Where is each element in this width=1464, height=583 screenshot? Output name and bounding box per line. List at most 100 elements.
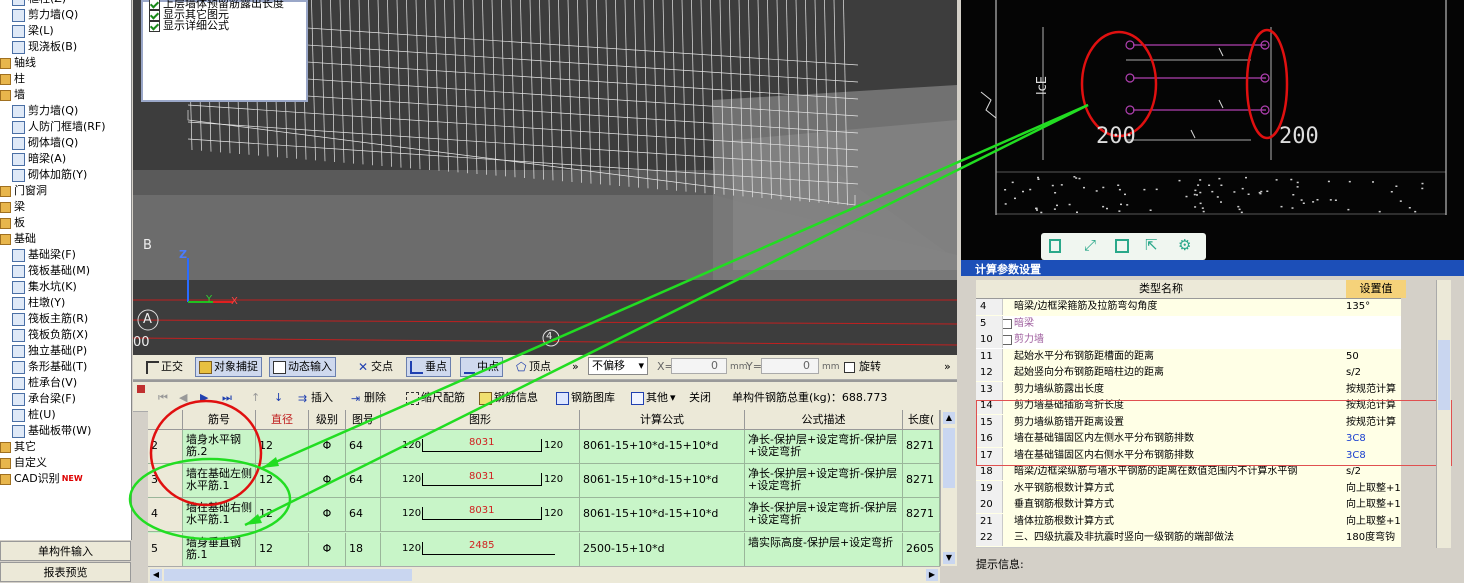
cell-grade[interactable]: Φ	[309, 430, 346, 464]
cell-shape[interactable]: 120 8031 120	[381, 464, 580, 498]
first-record-icon[interactable]: ⏮	[155, 388, 171, 408]
tree-item[interactable]: 基础板带(W)	[0, 423, 91, 439]
share-icon[interactable]: ⇱	[1145, 236, 1158, 254]
params-scroll-thumb[interactable]	[1438, 340, 1450, 410]
param-row[interactable]: 4 暗梁/边框梁箍筋及拉筋弯勾角度 135°	[976, 299, 1401, 317]
delete-button[interactable]: ⇥ 删除	[348, 388, 389, 408]
cell-fig[interactable]: 18	[346, 533, 381, 566]
tree-item[interactable]: 桩承台(V)	[0, 375, 77, 391]
y-input[interactable]: 0	[761, 358, 819, 374]
x-input[interactable]: 0	[671, 358, 727, 374]
ortho-button[interactable]: 正交	[143, 357, 186, 377]
tree-item[interactable]: 其它	[0, 439, 36, 455]
cell-no[interactable]: 5	[148, 533, 183, 566]
cell-grade[interactable]: Φ	[309, 533, 346, 566]
cell-len[interactable]: 2605	[903, 533, 940, 566]
cell-dia[interactable]: 12	[256, 430, 309, 464]
cell-len[interactable]: 8271	[903, 498, 940, 532]
cell-desc[interactable]: 净长-保护层+设定弯折-保护层+设定弯折	[745, 498, 903, 532]
report-preview-button[interactable]: 报表预览	[0, 562, 131, 582]
column-header[interactable]: 图形	[381, 410, 580, 430]
perpendicular-button[interactable]: 垂点	[406, 357, 451, 377]
scale-config-button[interactable]: 缩尺配筋	[403, 388, 468, 408]
tree-item[interactable]: 集水坑(K)	[0, 279, 77, 295]
midpoint-button[interactable]: 中点	[460, 357, 503, 377]
insert-button[interactable]: ⇉ 插入	[295, 388, 336, 408]
column-header[interactable]: 图号	[346, 410, 381, 430]
column-header[interactable]: 直径(mm)	[256, 410, 309, 430]
tree-item[interactable]: 条形基础(T)	[0, 359, 87, 375]
cell-fig[interactable]: 64	[346, 464, 381, 498]
panel-close-icon[interactable]	[137, 385, 145, 393]
param-group-row[interactable]: 10 剪力墙	[976, 332, 1401, 350]
cell-name[interactable]: 墙身水平钢筋.2	[183, 430, 256, 464]
param-row[interactable]: 21 墙体拉筋根数计算方式 向上取整+1	[976, 513, 1401, 531]
offset-select[interactable]: 不偏移 ▾	[588, 357, 648, 375]
cell-formula[interactable]: 8061-15+10*d-15+10*d	[580, 498, 745, 532]
tree-item[interactable]: 桩(U)	[0, 407, 56, 423]
tree-item[interactable]: 砌体加筋(Y)	[0, 167, 87, 183]
tree-item[interactable]: 自定义	[0, 455, 47, 471]
next-record-icon[interactable]: ▶	[197, 388, 211, 408]
cell-name[interactable]: 墙在基础右侧水平筋.1	[183, 498, 256, 532]
cell-grade[interactable]: Φ	[309, 464, 346, 498]
cell-no[interactable]: 4	[148, 498, 183, 532]
param-value[interactable]: 135°	[1346, 299, 1441, 315]
grid-horizontal-scrollbar[interactable]: ◀ ▶	[148, 566, 940, 583]
cell-shape[interactable]: 120 8031 120	[381, 430, 580, 464]
tree-item[interactable]: 基础	[0, 231, 36, 247]
param-value[interactable]: 向上取整+1	[1346, 481, 1441, 497]
tree-item[interactable]: 板	[0, 215, 25, 231]
cell-no[interactable]: 3	[148, 464, 183, 498]
tree-item[interactable]: CAD识别 NEW	[0, 471, 83, 487]
param-value[interactable]: 180度弯钩	[1346, 530, 1441, 546]
cell-len[interactable]: 8271	[903, 464, 940, 498]
page-icon[interactable]	[1049, 239, 1061, 253]
object-snap-button[interactable]: 对象捕捉	[195, 357, 262, 377]
tree-item[interactable]: 暗梁(A)	[0, 151, 66, 167]
param-group-row[interactable]: 5 暗梁	[976, 315, 1401, 333]
cell-desc[interactable]: 净长-保护层+设定弯折-保护层+设定弯折	[745, 464, 903, 498]
cell-desc[interactable]: 净长-保护层+设定弯折-保护层+设定弯折	[745, 430, 903, 464]
cell-name[interactable]: 墙在基础左侧水平筋.1	[183, 464, 256, 498]
tree-item[interactable]: 柱	[0, 71, 25, 87]
param-row[interactable]: 11 起始水平分布钢筋距槽面的距离 50	[976, 348, 1401, 366]
scroll-down-icon[interactable]: ▼	[943, 552, 955, 564]
tree-item[interactable]: 框柱(Z)	[0, 0, 66, 7]
column-header[interactable]: 筋号	[183, 410, 256, 430]
prev-record-icon[interactable]: ◀	[176, 388, 190, 408]
close-button[interactable]: 关闭	[686, 388, 714, 408]
cell-dia[interactable]: 12	[256, 533, 309, 566]
params-scrollbar[interactable]	[1436, 280, 1451, 548]
cell-len[interactable]: 8271	[903, 430, 940, 464]
cell-fig[interactable]: 64	[346, 430, 381, 464]
tree-item[interactable]: 承台梁(F)	[0, 391, 76, 407]
cell-name[interactable]: 墙身垂直钢筋.1	[183, 533, 256, 566]
last-record-icon[interactable]: ⏭	[219, 388, 235, 408]
tree-item[interactable]: 柱墩(Y)	[0, 295, 65, 311]
h-scroll-thumb[interactable]	[164, 569, 412, 581]
tree-item[interactable]: 梁	[0, 199, 25, 215]
cell-shape[interactable]: 120 8031 120	[381, 498, 580, 532]
save-icon[interactable]	[1115, 239, 1129, 253]
move-up-icon[interactable]: ↑	[248, 388, 263, 408]
cell-formula[interactable]: 2500-15+10*d	[580, 533, 745, 566]
tree-item[interactable]: 基础梁(F)	[0, 247, 76, 263]
fullscreen-icon[interactable]: ⤢	[1084, 236, 1096, 254]
tree-item[interactable]: 砌体墙(Q)	[0, 135, 78, 151]
scroll-left-icon[interactable]: ◀	[150, 569, 162, 581]
param-value[interactable]: 按规范计算	[1346, 382, 1441, 398]
move-down-icon[interactable]: ↓	[271, 388, 286, 408]
single-component-input-button[interactable]: 单构件输入	[0, 541, 131, 561]
column-header[interactable]: 级别	[309, 410, 346, 430]
param-value[interactable]: 向上取整+1	[1346, 514, 1441, 530]
param-row[interactable]: 22 三、四级抗震及非抗震时竖向一级钢筋的端部做法 180度弯钩	[976, 530, 1401, 548]
grid-vertical-scrollbar[interactable]: ▲ ▼	[940, 410, 957, 566]
param-value[interactable]: 50	[1346, 349, 1441, 365]
expand-toggle-icon[interactable]	[1002, 318, 1012, 329]
tree-item[interactable]: 筏板基础(M)	[0, 263, 90, 279]
cell-dia[interactable]: 12	[256, 464, 309, 498]
other-menu-button[interactable]: 其他 ▾	[628, 388, 679, 408]
dynamic-input-button[interactable]: 动态输入	[269, 357, 336, 377]
tree-item[interactable]: 剪力墙(Q)	[0, 7, 78, 23]
